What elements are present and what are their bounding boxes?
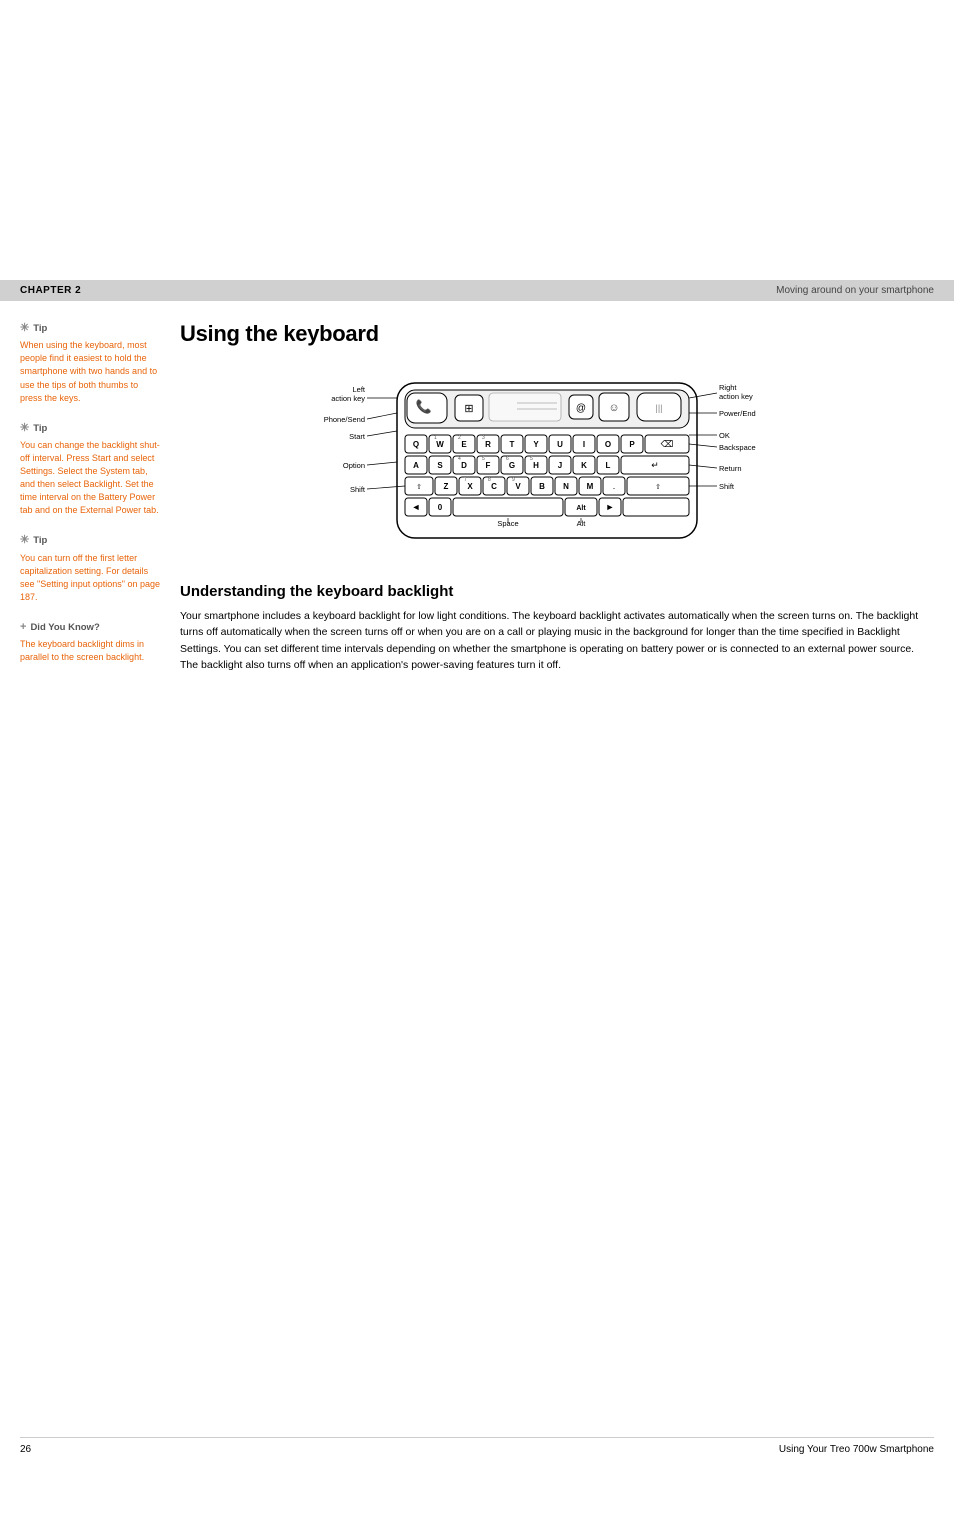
svg-text:@: @	[576, 403, 586, 414]
svg-text:C: C	[491, 482, 497, 491]
main-content: Using the keyboard 📞 ⊞	[180, 321, 934, 680]
svg-text:↵: ↵	[651, 460, 659, 470]
svg-text:H: H	[533, 461, 539, 470]
tip-2: ✳ Tip You can change the backlight shut-…	[20, 421, 160, 518]
page-footer: 26 Using Your Treo 700w Smartphone	[20, 1437, 934, 1455]
tip-3-label: Tip	[33, 534, 47, 547]
svg-text:Phone/Send: Phone/Send	[324, 415, 365, 424]
svg-text:5: 5	[482, 456, 485, 462]
page-number: 26	[20, 1444, 31, 1455]
svg-text:W: W	[436, 440, 444, 449]
svg-text:V: V	[515, 482, 521, 491]
did-you-know-text: The keyboard backlight dims in parallel …	[20, 638, 160, 664]
svg-text:G: G	[509, 461, 515, 470]
tip-1-label: Tip	[33, 322, 47, 335]
svg-text:7: 7	[464, 477, 467, 483]
tip-3: ✳ Tip You can turn off the first letter …	[20, 533, 160, 604]
footer-title: Using Your Treo 700w Smartphone	[779, 1444, 934, 1455]
svg-text:►: ►	[606, 502, 615, 512]
sidebar: ✳ Tip When using the keyboard, most peop…	[20, 321, 160, 680]
svg-text:A: A	[413, 461, 419, 470]
svg-text:B: B	[539, 482, 545, 491]
content-area: ✳ Tip When using the keyboard, most peop…	[0, 301, 954, 700]
svg-text:Alt: Alt	[576, 505, 586, 512]
svg-text:⌫: ⌫	[661, 439, 674, 449]
svg-text:J: J	[558, 461, 562, 470]
tip-1: ✳ Tip When using the keyboard, most peop…	[20, 321, 160, 405]
tip-2-label: Tip	[33, 422, 47, 435]
keyboard-diagram: 📞 ⊞ @ ☺ |||	[180, 363, 934, 563]
did-you-know: + Did You Know? The keyboard backlight d…	[20, 620, 160, 664]
svg-text:P: P	[629, 440, 635, 449]
did-you-know-label: Did You Know?	[30, 621, 99, 634]
svg-text:⇧: ⇧	[655, 483, 661, 491]
svg-text:O: O	[605, 440, 611, 449]
svg-text:|||: |||	[655, 403, 662, 413]
tip-3-header: ✳ Tip	[20, 533, 160, 548]
chapter-title: Moving around on your smartphone	[776, 285, 934, 296]
tip-1-icon: ✳	[20, 321, 29, 336]
tip-2-header: ✳ Tip	[20, 421, 160, 436]
keyboard-svg: 📞 ⊞ @ ☺ |||	[297, 363, 817, 563]
section-title: Using the keyboard	[180, 321, 934, 347]
svg-text:Start: Start	[349, 432, 366, 441]
subsection-title: Understanding the keyboard backlight	[180, 583, 934, 600]
svg-text:action key: action key	[331, 394, 365, 403]
tip-2-text: You can change the backlight shut-off in…	[20, 439, 160, 517]
plus-icon: +	[20, 620, 26, 635]
svg-text:D: D	[461, 461, 467, 470]
svg-text:L: L	[606, 461, 611, 470]
tip-3-icon: ✳	[20, 533, 29, 548]
tip-1-text: When using the keyboard, most people fin…	[20, 339, 160, 404]
svg-text:action key: action key	[719, 392, 753, 401]
svg-text:⇧: ⇧	[416, 483, 422, 491]
svg-text:6: 6	[506, 456, 509, 462]
svg-text:8: 8	[488, 477, 491, 483]
svg-text:☺: ☺	[608, 402, 619, 414]
svg-text:X: X	[467, 482, 473, 491]
svg-text:Power/End: Power/End	[719, 409, 756, 418]
svg-text:5: 5	[530, 456, 533, 462]
svg-text:Left: Left	[352, 385, 365, 394]
svg-text:Option: Option	[343, 461, 365, 470]
tip-2-icon: ✳	[20, 421, 29, 436]
svg-text:E: E	[461, 440, 467, 449]
svg-text:Right: Right	[719, 383, 737, 392]
svg-text:OK: OK	[719, 431, 730, 440]
svg-text:Return: Return	[719, 464, 742, 473]
svg-text:0: 0	[438, 503, 443, 512]
svg-text:⊞: ⊞	[464, 403, 473, 415]
svg-text:T: T	[510, 440, 515, 449]
svg-text:M: M	[587, 482, 594, 491]
tip-3-text: You can turn off the first letter capita…	[20, 552, 160, 604]
svg-text:2: 2	[458, 435, 461, 441]
page-container: CHAPTER 2 Moving around on your smartpho…	[0, 280, 954, 1515]
did-you-know-header: + Did You Know?	[20, 620, 160, 635]
svg-text:📞: 📞	[416, 398, 433, 414]
svg-text:Z: Z	[444, 482, 449, 491]
svg-text:R: R	[485, 440, 491, 449]
svg-text:Y: Y	[533, 440, 539, 449]
svg-text:◄: ◄	[412, 502, 421, 512]
chapter-header: CHAPTER 2 Moving around on your smartpho…	[0, 280, 954, 301]
svg-text:Backspace: Backspace	[719, 443, 756, 452]
svg-text:Shift: Shift	[350, 485, 366, 494]
svg-text:I: I	[583, 440, 585, 449]
chapter-label: CHAPTER 2	[20, 285, 81, 296]
svg-text:4: 4	[458, 456, 461, 462]
svg-text:N: N	[563, 482, 569, 491]
body-text: Your smartphone includes a keyboard back…	[180, 608, 934, 673]
svg-text:Alt: Alt	[577, 519, 587, 528]
svg-text:3: 3	[482, 435, 485, 441]
svg-text:S: S	[437, 461, 443, 470]
svg-text:F: F	[486, 461, 491, 470]
svg-text:Shift: Shift	[719, 482, 735, 491]
svg-text:1: 1	[434, 435, 437, 441]
svg-text:K: K	[581, 461, 587, 470]
svg-text:.: .	[613, 481, 616, 491]
svg-text:Q: Q	[413, 440, 419, 449]
svg-text:9: 9	[512, 477, 515, 483]
svg-text:U: U	[557, 440, 563, 449]
tip-1-header: ✳ Tip	[20, 321, 160, 336]
